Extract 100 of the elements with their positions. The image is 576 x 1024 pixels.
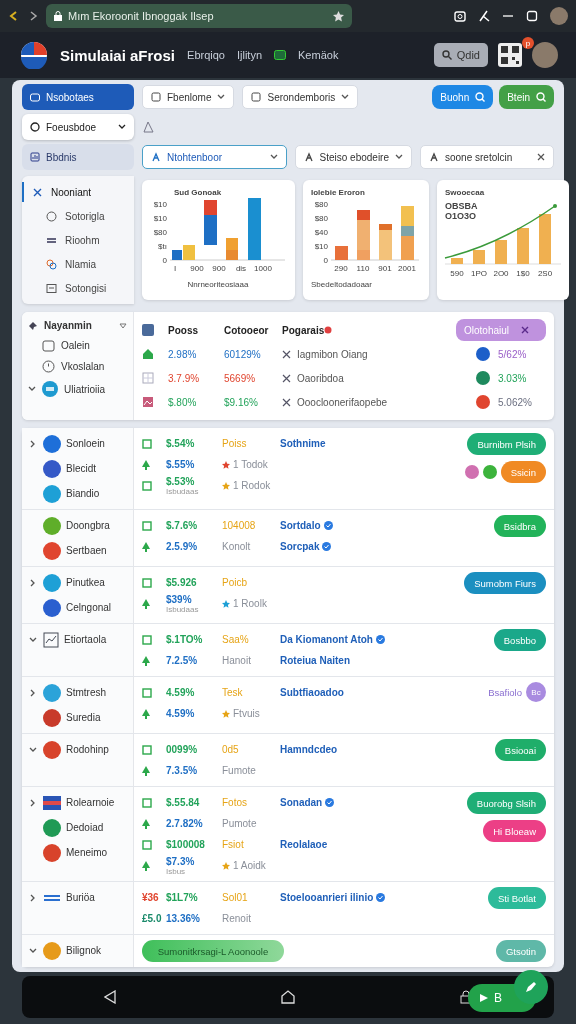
square-icon [142,577,152,588]
list-item[interactable]: Suredia [28,707,127,728]
link[interactable]: Sonadan [280,797,335,808]
list-item[interactable]: Dedoiad [28,817,127,838]
list-item[interactable]: Stmtresh [28,682,127,703]
image-icon [142,396,154,408]
link[interactable]: Reolalaoe [280,839,328,850]
list-item[interactable]: Sonloein [28,433,127,454]
table-cell: Fumote [222,765,256,776]
list-item[interactable]: Pinutkea [28,572,127,593]
link[interactable]: Sortdalo [280,520,333,531]
caption: Isbudaas [166,486,200,496]
sidebar-item[interactable]: Oalein [28,339,127,352]
user-avatar[interactable] [532,42,558,68]
forward-icon[interactable] [28,10,38,22]
sidebar-tab[interactable]: Bbdnis [22,144,134,170]
edit-button[interactable] [514,970,548,1004]
address-bar[interactable]: Mım Ekoroonit Ibnoggak Ilsep [46,4,352,28]
caret-icon [119,322,127,329]
close-icon[interactable] [537,153,545,161]
search-icon [475,92,486,102]
sidebar-item[interactable]: Uliatrioiia [28,381,127,397]
home-icon[interactable] [281,990,295,1004]
chart-title: Iolebie Eroron [311,188,365,197]
tick-label: 1$0 [516,269,530,278]
table-cell: Hanoit [222,655,251,666]
tree-icon [142,765,150,776]
menu-item[interactable]: Sotongisi [22,278,134,298]
nav-link[interactable]: Ijlityn [236,49,263,61]
menu-item[interactable]: Nlamia [22,254,134,274]
filter-dropdown[interactable]: soone sretolcin [420,145,554,169]
link[interactable]: Sothnime [280,438,326,449]
caret-icon [395,154,403,160]
table-cell: 1 Rodok [233,480,271,491]
table-cell-text: 0099% [166,744,199,755]
sidebar-tab[interactable]: Nsobotaes [22,84,134,110]
menu-item[interactable]: Sotorigla [22,206,134,226]
menu-item[interactable]: Nooniant [22,182,134,202]
folder-icon [30,92,40,102]
caret-icon [341,94,350,100]
logo-icon [20,41,48,69]
camera-icon[interactable] [454,10,466,22]
list-item[interactable]: Rolearnoie [28,792,127,813]
nav-link[interactable]: Ebrqiqo [187,49,225,61]
link[interactable]: Roteiua Naiten [280,655,350,666]
color-dot[interactable] [482,465,497,479]
pen-icon[interactable] [478,10,490,22]
dropdown[interactable]: Serondemboris [242,85,359,109]
link[interactable]: Hamndcdeo [280,744,338,755]
verified-icon [325,798,335,807]
chart-icon [43,631,59,648]
dropdown[interactable]: Foeusbdoe [22,114,134,140]
table-cell-text: $5.926 [166,577,198,588]
tick-label: 290 [334,264,348,273]
table-cell: 1 Roolk [233,598,267,609]
tick-label: $80 [314,200,328,209]
color-dot[interactable] [464,465,479,479]
action-button[interactable]: Hi Bloeaw [483,820,546,842]
link[interactable]: Da Kiomanont Atoh [280,634,385,645]
search-button[interactable]: Qdid [433,43,488,67]
filter-dropdown[interactable]: Nayanmin [28,320,127,331]
primary-button[interactable]: Buohn [432,85,494,109]
list-item[interactable]: Doongbra [28,515,127,536]
list-item[interactable]: Sertbaen [28,540,127,561]
table-cell: Pumote [222,818,257,829]
filter-dropdown[interactable]: Steiso ebodeire [294,145,412,169]
shape-icon[interactable] [142,121,154,133]
tree-icon [142,598,150,609]
qr-code-icon[interactable] [498,43,522,67]
tick-label: 1PO [471,269,487,278]
table-cell: Ooocloonerifaopebe [297,396,388,408]
table-cell-text: 60129% [224,348,262,360]
table-cell-text: 5.062% [498,396,533,408]
link[interactable]: Sorcpak [280,541,332,552]
progress-button[interactable]: Sumonitkrsagi-L Aoonoole [142,940,284,962]
circle-icon [46,210,57,222]
table-cell-text: 2.5.9% [166,541,199,552]
square-icon [142,520,152,531]
tick-label: 900 [212,264,226,273]
action-button[interactable]: Sumobm Fiurs [464,572,546,594]
link[interactable]: Stoelooanrieri ilinio [280,892,386,903]
back-icon[interactable] [104,990,117,1004]
maximize-icon[interactable] [526,10,538,22]
list-item[interactable]: Celngonal [28,597,127,618]
tree-icon [142,708,150,719]
table-cell: 1 Aoidk [233,860,266,871]
table-cell-text: $1L7% [166,892,199,903]
nav-link[interactable]: Kemäok [298,49,339,61]
filter-dropdown[interactable]: Ntohtenboor [142,145,287,169]
table-cell-text: 5669% [224,372,257,384]
link[interactable]: Subtfiaoadoo [280,687,344,698]
list-item[interactable]: Blecidt [28,458,127,479]
list-item[interactable]: Biandio [28,483,127,504]
dropdown[interactable]: Fbenlome [142,85,235,109]
menu-item[interactable]: Rioohm [22,230,134,250]
tick-label: 0 [323,256,328,265]
user-avatar[interactable] [550,7,568,25]
star-icon[interactable] [333,10,344,22]
sidebar-item[interactable]: Vkoslalan [28,360,127,373]
list-item[interactable]: Meneimo [28,842,127,863]
